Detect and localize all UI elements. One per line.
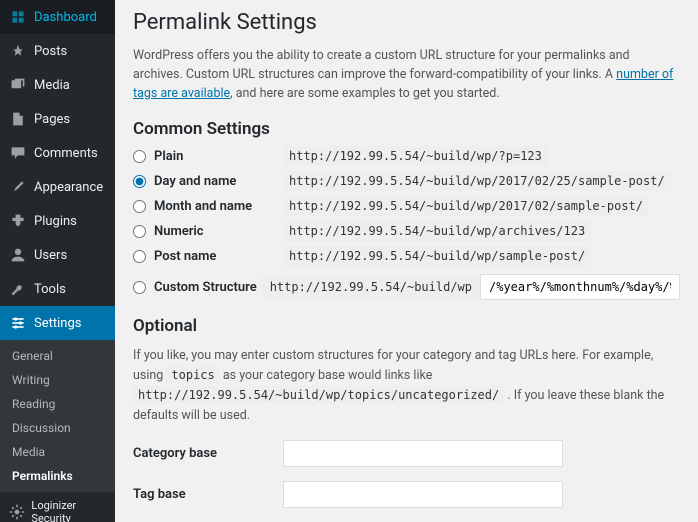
brush-icon: [8, 177, 28, 197]
submenu-general[interactable]: General: [0, 344, 115, 368]
radio-dayname[interactable]: [133, 175, 146, 188]
sidebar-item-label: Posts: [34, 44, 67, 59]
radio-custom[interactable]: [133, 281, 146, 294]
opt-c1: topics: [166, 366, 219, 384]
submenu-reading[interactable]: Reading: [0, 392, 115, 416]
intro-before: WordPress offers you the ability to crea…: [133, 48, 630, 82]
label-postname[interactable]: Post name: [154, 249, 216, 264]
label-plain[interactable]: Plain: [154, 149, 183, 164]
sidebar-item-users[interactable]: Users: [0, 238, 115, 272]
radio-monthname[interactable]: [133, 200, 146, 213]
admin-sidebar: Dashboard Posts Media Pages Comments App…: [0, 0, 115, 522]
sidebar-item-label: Comments: [34, 146, 98, 161]
sidebar-item-label: Dashboard: [34, 10, 97, 25]
submenu-media[interactable]: Media: [0, 440, 115, 464]
sidebar-item-media[interactable]: Media: [0, 68, 115, 102]
optional-text: If you like, you may enter custom struct…: [133, 346, 680, 426]
radio-postname[interactable]: [133, 250, 146, 263]
category-base-label: Category base: [133, 446, 283, 461]
sidebar-item-label: Media: [34, 78, 70, 93]
pin-icon: [8, 41, 28, 61]
tag-base-label: Tag base: [133, 487, 283, 502]
sidebar-item-dashboard[interactable]: Dashboard: [0, 0, 115, 34]
intro-after: , and here are some examples to get you …: [230, 86, 499, 101]
example-postname: http://192.99.5.54/~build/wp/sample-post…: [283, 246, 591, 266]
sidebar-item-loginizer[interactable]: Loginizer Security: [0, 492, 115, 522]
opt-t2: as your category base would links like: [220, 368, 433, 383]
intro-text: WordPress offers you the ability to crea…: [133, 47, 680, 103]
sidebar-item-label: Settings: [34, 316, 81, 331]
sidebar-item-label: Pages: [34, 112, 70, 127]
category-base-input[interactable]: [283, 440, 563, 467]
opt-c2: http://192.99.5.54/~build/wp/topics/unca…: [133, 386, 504, 404]
page-icon: [8, 109, 28, 129]
sidebar-item-comments[interactable]: Comments: [0, 136, 115, 170]
option-numeric-row: Numeric http://192.99.5.54/~build/wp/arc…: [133, 224, 680, 239]
page-title: Permalink Settings: [133, 10, 680, 35]
option-custom-row: Custom Structure http://192.99.5.54/~bui…: [133, 274, 680, 300]
example-plain: http://192.99.5.54/~build/wp/?p=123: [283, 146, 548, 166]
tag-base-row: Tag base: [133, 481, 680, 508]
label-custom[interactable]: Custom Structure: [154, 280, 257, 295]
sidebar-item-settings[interactable]: Settings: [0, 306, 115, 340]
tag-base-input[interactable]: [283, 481, 563, 508]
sidebar-item-tools[interactable]: Tools: [0, 272, 115, 306]
example-dayname: http://192.99.5.54/~build/wp/2017/02/25/…: [283, 171, 671, 191]
tool-icon: [8, 279, 28, 299]
submenu-writing[interactable]: Writing: [0, 368, 115, 392]
label-numeric[interactable]: Numeric: [154, 224, 204, 239]
submenu-permalinks[interactable]: Permalinks: [0, 464, 115, 488]
example-numeric: http://192.99.5.54/~build/wp/archives/12…: [283, 221, 591, 241]
example-monthname: http://192.99.5.54/~build/wp/2017/02/sam…: [283, 196, 649, 216]
submenu-discussion[interactable]: Discussion: [0, 416, 115, 440]
user-icon: [8, 245, 28, 265]
common-settings-heading: Common Settings: [133, 119, 680, 139]
sidebar-item-pages[interactable]: Pages: [0, 102, 115, 136]
radio-plain[interactable]: [133, 150, 146, 163]
media-icon: [8, 75, 28, 95]
main-content: Permalink Settings WordPress offers you …: [115, 0, 698, 522]
sidebar-item-label: Users: [34, 248, 67, 263]
category-base-row: Category base: [133, 440, 680, 467]
gear-icon: [8, 502, 25, 522]
sidebar-item-label: Tools: [34, 282, 66, 297]
label-dayname[interactable]: Day and name: [154, 174, 236, 189]
option-postname-row: Post name http://192.99.5.54/~build/wp/s…: [133, 249, 680, 264]
sidebar-item-label: Loginizer Security: [31, 499, 107, 522]
sidebar-item-label: Appearance: [34, 180, 103, 195]
plugin-icon: [8, 211, 28, 231]
settings-icon: [8, 313, 28, 333]
option-plain-row: Plain http://192.99.5.54/~build/wp/?p=12…: [133, 149, 680, 164]
radio-numeric[interactable]: [133, 225, 146, 238]
sidebar-item-appearance[interactable]: Appearance: [0, 170, 115, 204]
sidebar-item-plugins[interactable]: Plugins: [0, 204, 115, 238]
dashboard-icon: [8, 7, 28, 27]
optional-heading: Optional: [133, 316, 680, 336]
custom-structure-input[interactable]: [480, 274, 680, 300]
option-dayname-row: Day and name http://192.99.5.54/~build/w…: [133, 174, 680, 189]
label-monthname[interactable]: Month and name: [154, 199, 252, 214]
sidebar-item-label: Plugins: [34, 214, 77, 229]
option-monthname-row: Month and name http://192.99.5.54/~build…: [133, 199, 680, 214]
settings-submenu: General Writing Reading Discussion Media…: [0, 340, 115, 492]
sidebar-item-posts[interactable]: Posts: [0, 34, 115, 68]
comment-icon: [8, 143, 28, 163]
custom-base: http://192.99.5.54/~build/wp: [262, 274, 480, 300]
